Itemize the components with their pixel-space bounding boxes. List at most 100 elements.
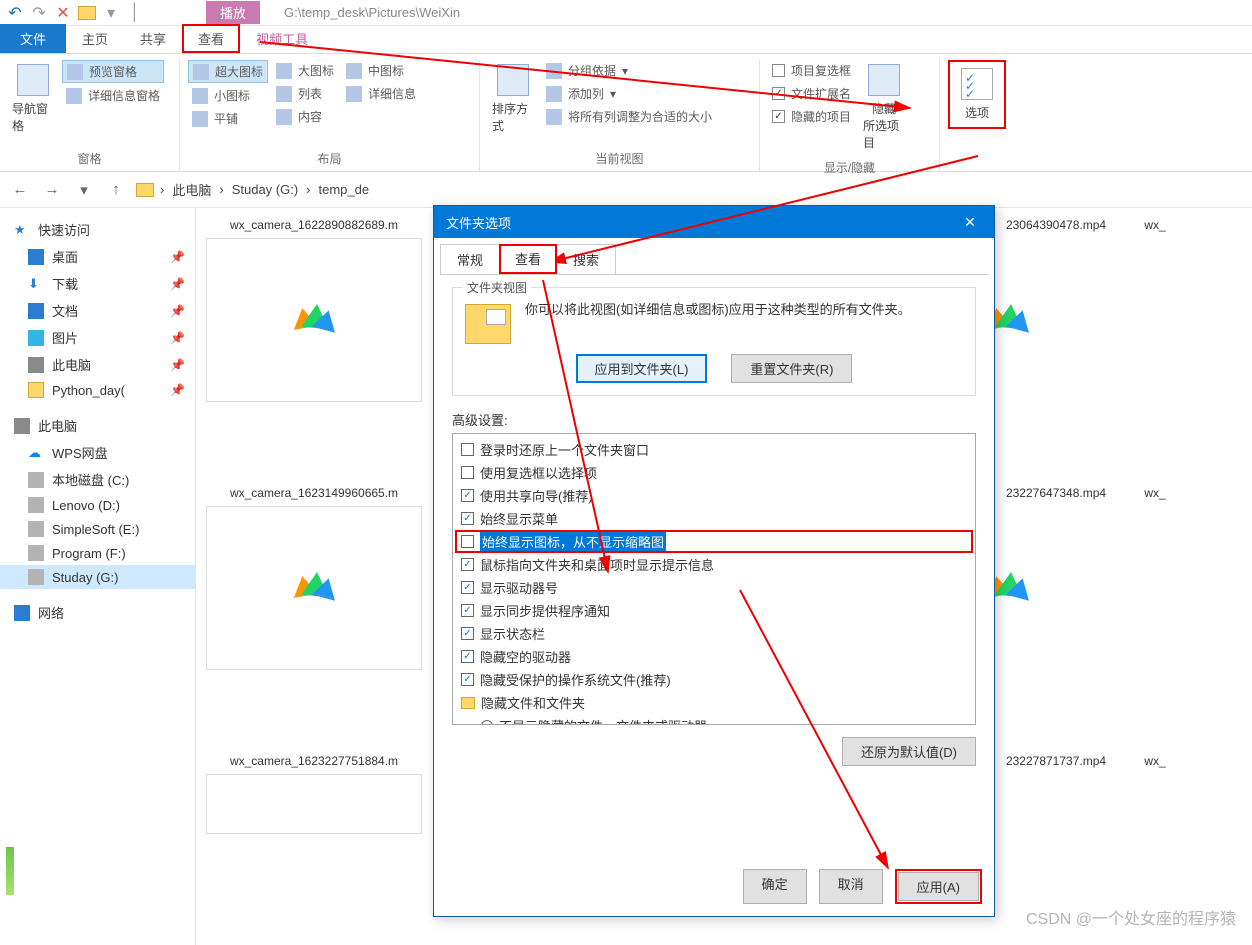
dialog-titlebar[interactable]: 文件夹选项 ✕	[434, 206, 994, 238]
adv-restore-prev[interactable]: 登录时还原上一个文件夹窗口	[455, 438, 973, 461]
sidebar-drive-d[interactable]: Lenovo (D:)	[0, 493, 195, 517]
sidebar-drive-g[interactable]: Studay (G:)	[0, 565, 195, 589]
dialog-tab-view[interactable]: 查看	[499, 244, 557, 274]
adv-drive-letters[interactable]: ✓显示驱动器号	[455, 576, 973, 599]
history-dropdown[interactable]: ▾	[72, 178, 96, 202]
quick-access-toolbar: ↶ ↷ ✕ ▾ │	[4, 2, 146, 24]
sidebar-pictures[interactable]: 图片📌	[0, 324, 195, 351]
cancel-button[interactable]: 取消	[819, 869, 883, 904]
file-name[interactable]: wx_camera_1623149960665.m	[206, 486, 422, 500]
sidebar-thispc-pin[interactable]: 此电脑📌	[0, 351, 195, 378]
ribbon-tabs: 文件 主页 共享 查看 视频工具	[0, 26, 1252, 54]
dialog-tab-search[interactable]: 搜索	[556, 244, 616, 274]
reset-folders-button[interactable]: 重置文件夹(R)	[731, 354, 852, 383]
nav-pane-button[interactable]: 导航窗格	[8, 60, 58, 138]
apply-to-folders-button[interactable]: 应用到文件夹(L)	[576, 354, 708, 383]
details-list-button[interactable]: 详细信息	[342, 83, 420, 104]
tab-view[interactable]: 查看	[182, 24, 240, 53]
preview-pane-button[interactable]: 预览窗格	[62, 60, 164, 83]
lg-icons-button[interactable]: 大图标	[272, 60, 338, 81]
adv-show-menus[interactable]: ✓始终显示菜单	[455, 507, 973, 530]
xl-icons-button[interactable]: 超大图标	[188, 60, 268, 83]
file-name[interactable]: wx_camera_1623227751884.m	[206, 754, 422, 768]
tencent-video-icon	[292, 566, 336, 610]
dialog-tab-general[interactable]: 常规	[440, 244, 500, 274]
adv-hide-protected[interactable]: ✓隐藏受保护的操作系统文件(推荐)	[455, 668, 973, 691]
adv-status-bar[interactable]: ✓显示状态栏	[455, 622, 973, 645]
apply-button[interactable]: 应用(A)	[898, 872, 979, 901]
group-by-button[interactable]: 分组依据 ▾	[542, 60, 716, 81]
file-name[interactable]: wx_camera_1622890882689.m	[206, 218, 422, 232]
adv-hide-empty-drives[interactable]: ✓隐藏空的驱动器	[455, 645, 973, 668]
tab-home[interactable]: 主页	[66, 24, 124, 53]
dropdown-icon[interactable]: ▾	[100, 2, 122, 24]
details-pane-button[interactable]: 详细信息窗格	[62, 85, 164, 106]
video-thumbnail[interactable]	[206, 506, 422, 670]
breadcrumb[interactable]: › 此电脑› Studay (G:)› temp_de	[136, 180, 371, 199]
undo-icon[interactable]: ↶	[4, 2, 26, 24]
crumb-folder[interactable]: temp_de	[317, 182, 372, 197]
tencent-video-icon	[292, 298, 336, 342]
adv-sharing-wizard[interactable]: ✓使用共享向导(推荐)	[455, 484, 973, 507]
video-thumbnail[interactable]	[206, 774, 422, 834]
sm-icons-button[interactable]: 小图标	[188, 85, 268, 106]
sidebar-drive-c[interactable]: 本地磁盘 (C:)	[0, 466, 195, 493]
sidebar-quick-access[interactable]: ★快速访问	[0, 216, 195, 243]
file-name[interactable]: 23227871737.mp4	[986, 754, 1126, 768]
adv-hover-tips[interactable]: ✓鼠标指向文件夹和桌面项时显示提示信息	[455, 553, 973, 576]
tiles-button[interactable]: 平铺	[188, 108, 268, 129]
file-ext-toggle[interactable]: ✓文件扩展名	[768, 83, 855, 104]
preview-pane-icon	[67, 64, 83, 80]
file-name[interactable]: wx_	[1140, 754, 1170, 768]
contextual-tab[interactable]: 播放	[206, 1, 260, 24]
adv-always-icons[interactable]: 始终显示图标，从不显示缩略图	[455, 530, 973, 553]
sidebar-downloads[interactable]: ⬇下载📌	[0, 270, 195, 297]
item-checkboxes-toggle[interactable]: 项目复选框	[768, 60, 855, 81]
pin-icon: 📌	[170, 383, 185, 397]
file-name[interactable]: 23227647348.mp4	[986, 486, 1126, 500]
sidebar-python-day[interactable]: Python_day(📌	[0, 378, 195, 402]
tab-share[interactable]: 共享	[124, 24, 182, 53]
document-icon	[28, 303, 44, 319]
ok-button[interactable]: 确定	[743, 869, 807, 904]
sidebar-wps[interactable]: ☁WPS网盘	[0, 439, 195, 466]
close-button[interactable]: ✕	[950, 206, 990, 238]
up-button[interactable]: ↑	[104, 178, 128, 202]
redo-icon[interactable]: ↷	[28, 2, 50, 24]
folder-icon	[28, 382, 44, 398]
file-name[interactable]: wx_	[1140, 486, 1170, 500]
sidebar-desktop[interactable]: 桌面📌	[0, 243, 195, 270]
back-button[interactable]: ←	[8, 178, 32, 202]
file-name[interactable]: 23064390478.mp4	[986, 218, 1126, 232]
hidden-items-toggle[interactable]: ✓隐藏的项目	[768, 106, 855, 127]
tab-video-tools[interactable]: 视频工具	[240, 24, 324, 53]
adv-sync-notify[interactable]: ✓显示同步提供程序通知	[455, 599, 973, 622]
crumb-drive[interactable]: Studay (G:)	[230, 182, 300, 197]
sidebar-network[interactable]: 网络	[0, 599, 195, 626]
drive-icon	[28, 521, 44, 537]
checkbox-icon: ✓	[772, 87, 785, 100]
options-button[interactable]: ✓✓✓选项	[952, 64, 1002, 125]
content-button[interactable]: 内容	[272, 106, 338, 127]
adv-dont-show-hidden[interactable]: 不显示隐藏的文件、文件夹或驱动器	[455, 714, 973, 725]
restore-defaults-button[interactable]: 还原为默认值(D)	[842, 737, 976, 766]
tab-file[interactable]: 文件	[0, 24, 66, 53]
sidebar-drive-e[interactable]: SimpleSoft (E:)	[0, 517, 195, 541]
advanced-settings-list[interactable]: 登录时还原上一个文件夹窗口 使用复选框以选择项 ✓使用共享向导(推荐) ✓始终显…	[452, 433, 976, 725]
file-name[interactable]: wx_	[1140, 218, 1170, 232]
list-button[interactable]: 列表	[272, 83, 338, 104]
md-icons-button[interactable]: 中图标	[342, 60, 420, 81]
add-columns-button[interactable]: 添加列 ▾	[542, 83, 716, 104]
sort-by-button[interactable]: 排序方式	[488, 60, 538, 138]
delete-icon[interactable]: ✕	[52, 2, 74, 24]
crumb-thispc[interactable]: 此电脑	[170, 180, 213, 199]
sidebar-drive-f[interactable]: Program (F:)	[0, 541, 195, 565]
video-thumbnail[interactable]	[206, 238, 422, 402]
forward-button[interactable]: →	[40, 178, 64, 202]
sidebar-documents[interactable]: 文档📌	[0, 297, 195, 324]
sidebar-thispc[interactable]: 此电脑	[0, 412, 195, 439]
adv-checkbox-select[interactable]: 使用复选框以选择项	[455, 461, 973, 484]
hide-selected-button[interactable]: 隐藏所选项目	[859, 60, 909, 155]
nav-tree[interactable]: ★快速访问 桌面📌 ⬇下载📌 文档📌 图片📌 此电脑📌 Python_day(📌…	[0, 208, 196, 945]
fit-columns-button[interactable]: 将所有列调整为合适的大小	[542, 106, 716, 127]
